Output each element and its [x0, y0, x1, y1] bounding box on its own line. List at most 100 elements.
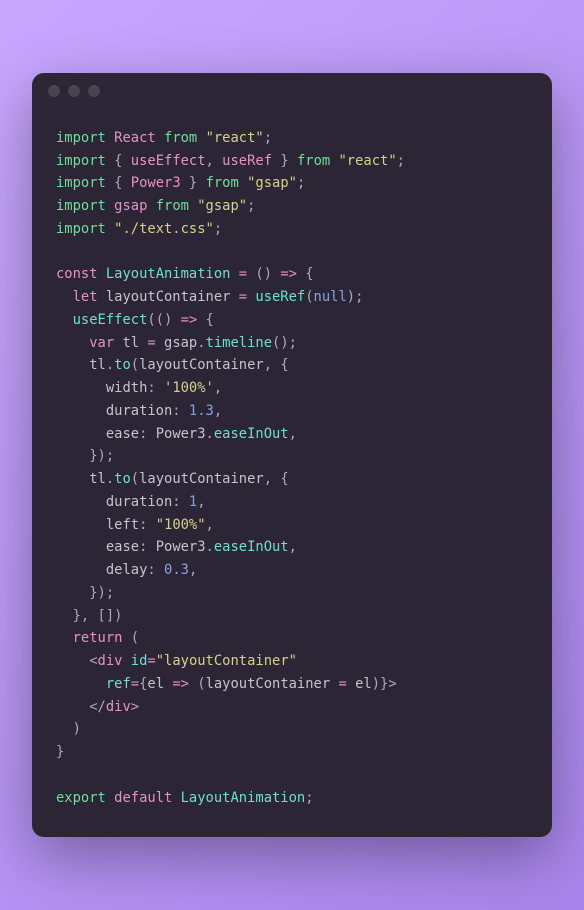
close-brace-paren: });: [89, 585, 114, 601]
brace: {: [206, 312, 214, 328]
paren-close: ): [73, 721, 81, 737]
tag-close: >: [388, 676, 396, 692]
ident-layoutcontainer: layoutContainer: [106, 289, 231, 305]
comma: ,: [197, 494, 205, 510]
string-gsap: "gsap": [197, 198, 247, 214]
keyword-return: return: [73, 630, 123, 646]
close-useeffect: }, []): [73, 608, 123, 624]
ident-gsap: gsap: [164, 335, 197, 351]
string-react: "react": [206, 130, 264, 146]
ident-el: el: [355, 676, 372, 692]
string-100pct: '100%': [164, 380, 214, 396]
keyword-from: from: [206, 175, 239, 191]
ident-useeffect: useEffect: [131, 153, 206, 169]
fn-timeline: timeline: [206, 335, 272, 351]
semicolon: ;: [247, 198, 255, 214]
equals: =: [230, 289, 255, 305]
fn-to: to: [114, 471, 131, 487]
equals: =: [330, 676, 355, 692]
fn-to: to: [114, 357, 131, 373]
prop-width: width: [106, 380, 148, 396]
equals: =: [230, 266, 255, 282]
keyword-import: import: [56, 153, 106, 169]
colon: :: [147, 380, 164, 396]
string-textcss: "./text.css": [114, 221, 214, 237]
code-window: import React from "react"; import { useE…: [32, 73, 552, 838]
keyword-import: import: [56, 221, 106, 237]
maximize-dot-icon[interactable]: [88, 85, 100, 97]
string-react: "react": [339, 153, 397, 169]
brace: {: [114, 153, 131, 169]
tag-div: div: [98, 653, 123, 669]
attr-ref: ref: [106, 676, 131, 692]
comma-brace: , {: [264, 357, 289, 373]
dot: .: [206, 539, 214, 555]
ident-power3: Power3: [156, 539, 206, 555]
comma: ,: [214, 380, 222, 396]
prop-easeinout: easeInOut: [214, 426, 289, 442]
semicolon: ;: [297, 175, 305, 191]
dot: .: [197, 335, 205, 351]
ident-tl: tl: [89, 357, 106, 373]
comma: ,: [289, 426, 297, 442]
ident-layoutanimation: LayoutAnimation: [181, 790, 306, 806]
equals: =: [131, 676, 139, 692]
ident-layoutcontainer: layoutContainer: [139, 357, 264, 373]
window-titlebar: [32, 73, 552, 109]
prop-duration: duration: [106, 494, 172, 510]
code-content: import React from "react"; import { useE…: [32, 109, 552, 838]
dot: .: [106, 357, 114, 373]
colon: :: [172, 403, 189, 419]
paren: (: [131, 357, 139, 373]
colon: :: [139, 426, 156, 442]
close-dot-icon[interactable]: [48, 85, 60, 97]
fn-useref: useRef: [255, 289, 305, 305]
paren: (: [122, 630, 139, 646]
ident-react: React: [114, 130, 156, 146]
semicolon: ;: [305, 790, 313, 806]
paren: (: [305, 289, 313, 305]
semicolon: ;: [214, 221, 222, 237]
comma: ,: [214, 403, 222, 419]
ident-tl: tl: [122, 335, 139, 351]
brace-close: }: [56, 744, 64, 760]
prop-ease: ease: [106, 426, 139, 442]
semicolon: ;: [264, 130, 272, 146]
paren-close: ): [372, 676, 380, 692]
fn-layoutanimation: LayoutAnimation: [106, 266, 231, 282]
prop-left: left: [106, 517, 139, 533]
keyword-import: import: [56, 198, 106, 214]
prop-delay: delay: [106, 562, 148, 578]
paren-open: (: [197, 676, 205, 692]
tag-close: >: [131, 699, 139, 715]
comma: ,: [206, 153, 223, 169]
ident-layoutcontainer: layoutContainer: [206, 676, 331, 692]
brace: }: [272, 153, 289, 169]
ident-layoutcontainer: layoutContainer: [139, 471, 264, 487]
minimize-dot-icon[interactable]: [68, 85, 80, 97]
ident-power3: Power3: [131, 175, 181, 191]
string-gsap: "gsap": [247, 175, 297, 191]
comma-brace: , {: [264, 471, 289, 487]
tag-open: </: [89, 699, 106, 715]
semicolon: ;: [397, 153, 405, 169]
paren-close: );: [347, 289, 364, 305]
colon: :: [147, 562, 164, 578]
keyword-export: export: [56, 790, 106, 806]
dot: .: [106, 471, 114, 487]
equals: =: [139, 335, 164, 351]
attr-id: id: [131, 653, 148, 669]
brace: {: [114, 175, 131, 191]
prop-easeinout: easeInOut: [214, 539, 289, 555]
number-0.3: 0.3: [164, 562, 189, 578]
fn-useeffect: useEffect: [73, 312, 148, 328]
paren: (: [131, 471, 139, 487]
dot: .: [206, 426, 214, 442]
comma: ,: [189, 562, 197, 578]
null-literal: null: [314, 289, 347, 305]
keyword-var: var: [89, 335, 114, 351]
brace: }: [181, 175, 198, 191]
call: ();: [272, 335, 297, 351]
arrow: =>: [172, 312, 205, 328]
keyword-from: from: [297, 153, 330, 169]
